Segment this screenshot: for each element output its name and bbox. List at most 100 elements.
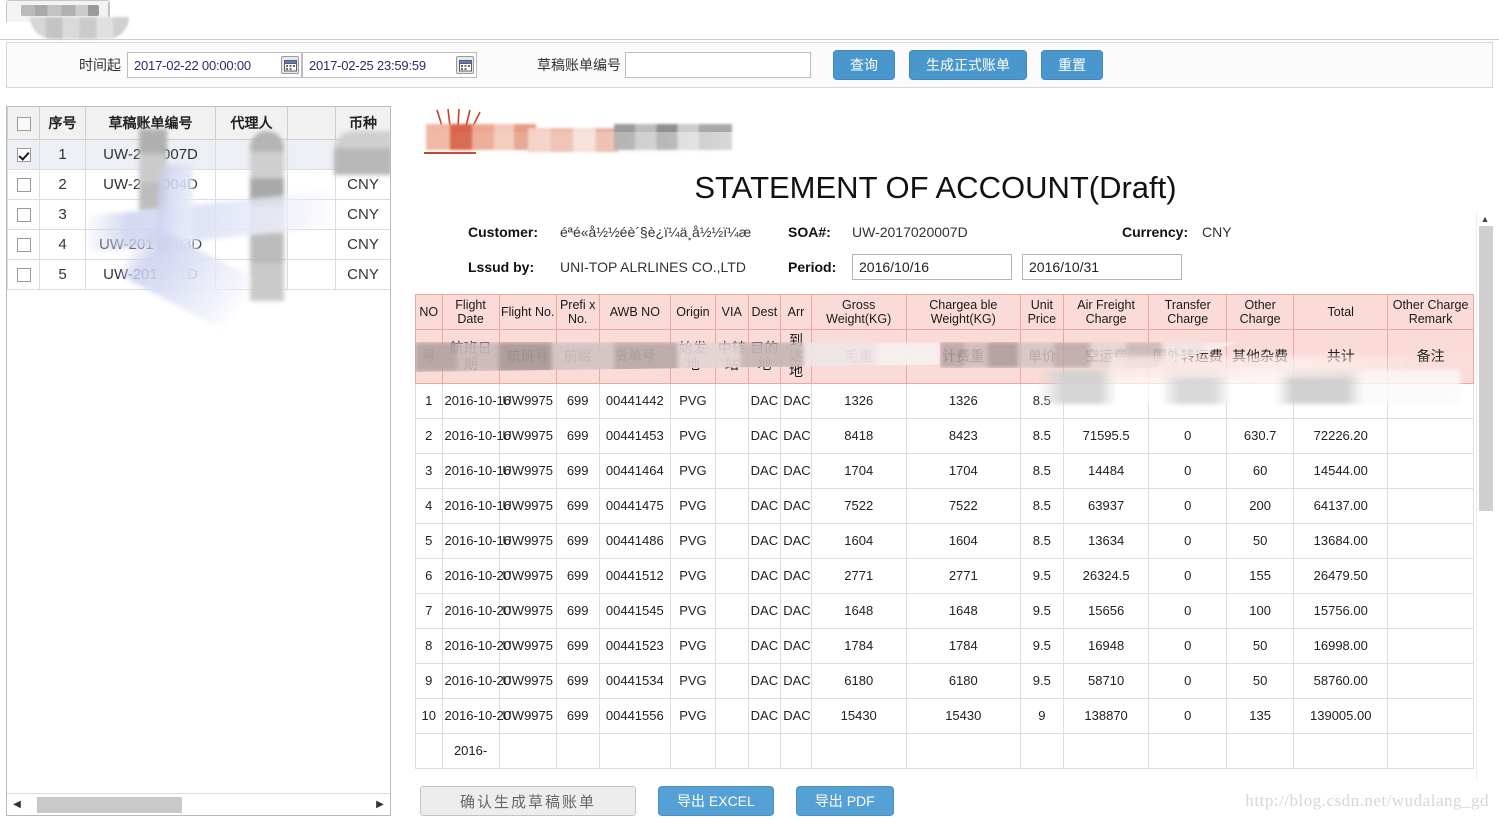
table-row[interactable]: 5 UW-201 001D CNY bbox=[7, 258, 390, 290]
row-checkbox-cell[interactable] bbox=[7, 228, 40, 260]
calendar-icon-from[interactable] bbox=[281, 56, 299, 74]
cell-remark bbox=[1387, 488, 1474, 525]
cell-no: 3 bbox=[415, 453, 443, 490]
row-no: 3 bbox=[39, 198, 86, 230]
issued-by-value: UNI-TOP ALRLINES CO.,LTD bbox=[560, 259, 746, 275]
cell-prefix: 699 bbox=[555, 558, 600, 595]
soa-col-cn-chargeable: 计费重 bbox=[905, 328, 1021, 385]
cell-prefix: 699 bbox=[555, 698, 600, 735]
confirm-generate-draft-button[interactable]: 确认生成草稿账单 bbox=[420, 786, 636, 816]
row-checkbox[interactable] bbox=[16, 147, 31, 162]
table-row: 5 2016-10-16 UW9975 699 00441486 PVG DAC… bbox=[415, 523, 1474, 560]
soa-col-gross-weight: Gross Weight(KG) bbox=[810, 294, 907, 330]
hscroll-track[interactable] bbox=[27, 796, 370, 813]
statement-of-account-table: NO Flight Date Flight No. Prefi x No. AW… bbox=[415, 294, 1474, 770]
cell-air-freight: 16948 bbox=[1062, 628, 1150, 665]
period-from-input[interactable] bbox=[852, 254, 1012, 280]
cell-flight-date: 2016-10-16 bbox=[441, 488, 511, 525]
table-row[interactable]: 3 CNY bbox=[7, 198, 390, 230]
row-checkbox[interactable] bbox=[16, 207, 31, 222]
cell-flight-no: UW9975 bbox=[498, 418, 557, 455]
scroll-right-arrow-icon[interactable]: ▶ bbox=[370, 799, 390, 810]
cell-arr: DAC bbox=[780, 453, 812, 490]
hscroll-thumb[interactable] bbox=[37, 796, 182, 813]
row-checkbox[interactable] bbox=[16, 237, 31, 252]
reset-button[interactable]: 重置 bbox=[1041, 50, 1103, 80]
cell-origin: PVG bbox=[670, 453, 716, 490]
table-row: 1 2016-10-16 UW9975 699 00441442 PVG DAC… bbox=[415, 383, 1474, 420]
preview-vertical-scrollbar[interactable]: ▲ ▼ bbox=[1476, 212, 1493, 816]
cell-via bbox=[714, 453, 749, 490]
cell-arr: DAC bbox=[780, 593, 812, 630]
cell-air-freight: 58710 bbox=[1062, 663, 1150, 700]
cell-chargeable: 2771 bbox=[905, 558, 1021, 595]
cell-prefix: 699 bbox=[555, 628, 600, 665]
export-excel-button[interactable]: 导出 EXCEL bbox=[658, 786, 774, 816]
cell-no: 10 bbox=[415, 698, 443, 735]
cell-transfer: 0 bbox=[1148, 453, 1227, 490]
customer-value: éªé«å½½éè´§è¿ï¼ä¸å½½ï¼æ bbox=[560, 224, 752, 240]
left-panel-horizontal-scrollbar[interactable]: ◀ ▶ bbox=[7, 793, 390, 815]
cell-air-freight bbox=[1062, 733, 1150, 770]
row-checkbox-cell[interactable] bbox=[7, 168, 40, 200]
soa-col-cn-prefix: 前缀 bbox=[555, 328, 600, 385]
date-to-input[interactable] bbox=[302, 52, 477, 78]
cell-awb: 00441442 bbox=[598, 383, 672, 420]
select-all-checkbox[interactable] bbox=[16, 116, 31, 131]
cell-origin bbox=[670, 733, 716, 770]
date-from-input[interactable] bbox=[127, 52, 302, 78]
cell-origin: PVG bbox=[670, 628, 716, 665]
soa-col-flight-no: Flight No. bbox=[498, 294, 557, 330]
cell-arr: DAC bbox=[780, 698, 812, 735]
row-checkbox-cell[interactable] bbox=[7, 198, 40, 230]
cell-unit-price: 8.5 bbox=[1019, 418, 1064, 455]
cell-remark bbox=[1387, 383, 1474, 420]
cell-flight-date: 2016-10-20 bbox=[441, 558, 511, 595]
cell-arr: DAC bbox=[780, 628, 812, 665]
cell-other: 200 bbox=[1225, 488, 1295, 525]
row-draft-no[interactable]: UW-201 001D bbox=[85, 258, 216, 290]
generate-official-bill-button[interactable]: 生成正式账单 bbox=[909, 50, 1027, 80]
vscroll-track[interactable] bbox=[1479, 226, 1493, 816]
cell-no: 9 bbox=[415, 663, 443, 700]
query-button[interactable]: 查询 bbox=[833, 50, 895, 80]
cell-dest: DAC bbox=[747, 418, 782, 455]
soa-col-cn-air-freight: 空运费 bbox=[1062, 328, 1150, 385]
cell-total bbox=[1293, 733, 1389, 770]
cell-no: 6 bbox=[415, 558, 443, 595]
cell-other: 630.7 bbox=[1225, 418, 1295, 455]
cell-unit-price: 9.5 bbox=[1019, 558, 1064, 595]
row-spacer bbox=[287, 168, 336, 200]
row-checkbox[interactable] bbox=[16, 177, 31, 192]
cell-total: 15756.00 bbox=[1293, 593, 1389, 630]
row-checkbox-cell[interactable] bbox=[7, 258, 40, 290]
statement-meta-row-1: Customer: éªé«å½½éè´§è¿ï¼ä¸å½½ï¼æ SOA#: … bbox=[410, 224, 1461, 240]
tab-area-redacted bbox=[30, 17, 129, 39]
select-all-header[interactable] bbox=[7, 107, 40, 140]
tab-close-icon[interactable]: × bbox=[108, 2, 109, 17]
soa-col-cn-origin: 始发地 bbox=[670, 328, 716, 385]
cell-unit-price: 9 bbox=[1019, 698, 1064, 735]
cell-arr: DAC bbox=[780, 523, 812, 560]
cell-total: 13684.00 bbox=[1293, 523, 1389, 560]
table-row: 9 2016-10-20 UW9975 699 00441534 PVG DAC… bbox=[415, 663, 1474, 700]
cell-via bbox=[714, 488, 749, 525]
row-currency: CNY bbox=[335, 198, 390, 230]
row-draft-no[interactable]: UW-201 0003D bbox=[85, 228, 216, 260]
scroll-up-arrow-icon[interactable]: ▲ bbox=[1477, 212, 1493, 226]
cell-flight-date: 2016-10-20 bbox=[441, 663, 511, 700]
scroll-left-arrow-icon[interactable]: ◀ bbox=[7, 799, 27, 810]
cell-awb: 00441464 bbox=[598, 453, 672, 490]
draft-no-input[interactable] bbox=[625, 52, 811, 78]
soa-col-cn-dest: 目的地 bbox=[747, 328, 782, 385]
vscroll-thumb[interactable] bbox=[1479, 226, 1493, 511]
export-pdf-button[interactable]: 导出 PDF bbox=[795, 786, 894, 816]
cell-dest: DAC bbox=[747, 523, 782, 560]
cell-no: 8 bbox=[415, 628, 443, 665]
table-row[interactable]: 4 UW-201 0003D CNY bbox=[7, 228, 390, 260]
cell-total: 16998.00 bbox=[1293, 628, 1389, 665]
row-checkbox[interactable] bbox=[16, 267, 31, 282]
period-to-input[interactable] bbox=[1022, 254, 1182, 280]
calendar-icon-to[interactable] bbox=[456, 56, 474, 74]
row-checkbox-cell[interactable] bbox=[7, 138, 40, 170]
